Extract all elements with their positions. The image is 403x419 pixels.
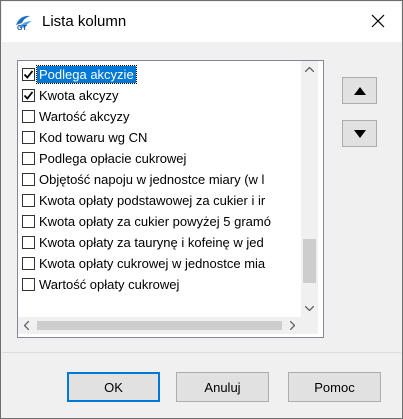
list-item-label: Kwota opłaty cukrowej w jednostce mia — [39, 256, 266, 271]
column-checkbox[interactable] — [22, 110, 35, 123]
list-item-label: Podlega opłacie cukrowej — [39, 151, 187, 166]
scroll-right-button[interactable] — [284, 317, 301, 334]
list-item[interactable]: Kod towaru wg CN — [18, 127, 301, 148]
scroll-left-arrow-icon — [24, 321, 29, 330]
column-checkbox[interactable] — [22, 152, 35, 165]
list-item[interactable]: Kwota opłaty za taurynę i kofeinę w jed — [18, 232, 301, 253]
scroll-down-arrow-icon — [305, 306, 314, 311]
columns-listbox[interactable]: Podlega akcyzie Kwota akcyzy Wartość akcyz… — [17, 60, 324, 338]
dialog-window: GT Lista kolumn Podlega akcyzie Kwota akc… — [0, 0, 403, 419]
vertical-scroll-thumb[interactable] — [303, 239, 316, 283]
triangle-up-icon — [353, 83, 366, 98]
list-item-label: Wartość akcyzy — [39, 109, 130, 124]
title-bar[interactable]: GT Lista kolumn — [2, 2, 401, 42]
column-checkbox[interactable] — [22, 131, 35, 144]
horizontal-scroll-thumb[interactable] — [37, 321, 282, 330]
scroll-right-arrow-icon — [290, 321, 295, 330]
scroll-up-button[interactable] — [301, 61, 318, 78]
list-item-label: Kwota opłaty za taurynę i kofeinę w jed — [39, 235, 264, 250]
column-checkbox[interactable] — [22, 257, 35, 270]
list-item[interactable]: Wartość opłaty cukrowej — [18, 274, 301, 293]
scrollbar-corner — [301, 317, 318, 334]
list-item-label: Kod towaru wg CN — [39, 130, 148, 145]
column-checkbox[interactable] — [22, 236, 35, 249]
column-checkbox[interactable] — [22, 194, 35, 207]
scroll-left-button[interactable] — [18, 317, 35, 334]
list-item-label: Kwota opłaty podstawowej za cukier i ir — [39, 193, 266, 208]
list-item-label: Objętość napoju w jednostce miary (w l — [39, 172, 265, 187]
column-checkbox[interactable] — [22, 89, 35, 102]
list-item[interactable]: Podlega opłacie cukrowej — [18, 148, 301, 169]
list-item-label: Wartość opłaty cukrowej — [39, 277, 180, 292]
list-item[interactable]: Kwota opłaty podstawowej za cukier i ir — [18, 190, 301, 211]
help-button[interactable]: Pomoc — [288, 372, 381, 402]
horizontal-scrollbar[interactable] — [18, 317, 301, 334]
vertical-scrollbar[interactable] — [301, 61, 318, 317]
move-down-button[interactable] — [342, 120, 377, 147]
checkmark-icon — [23, 70, 34, 79]
checkmark-icon — [23, 91, 34, 100]
column-checkbox[interactable] — [22, 68, 35, 81]
list-item-label: Podlega akcyzie — [36, 65, 137, 84]
gt-app-icon: GT — [14, 13, 34, 32]
list-item[interactable]: Kwota opłaty cukrowej w jednostce mia — [18, 253, 301, 274]
column-checkbox[interactable] — [22, 278, 35, 291]
window-title: Lista kolumn — [42, 13, 127, 30]
move-up-button[interactable] — [342, 77, 377, 104]
ok-button[interactable]: OK — [67, 372, 160, 402]
close-icon — [371, 14, 385, 31]
dialog-body: Podlega akcyzie Kwota akcyzy Wartość akcyz… — [2, 42, 401, 352]
close-button[interactable] — [361, 6, 395, 38]
triangle-down-icon — [353, 126, 366, 141]
column-checkbox[interactable] — [22, 173, 35, 186]
scroll-up-arrow-icon — [305, 67, 314, 72]
list-item[interactable]: Kwota akcyzy — [18, 85, 301, 106]
dialog-footer: OK Anuluj Pomoc — [2, 352, 401, 418]
cancel-button[interactable]: Anuluj — [176, 372, 269, 402]
list-item[interactable]: Kwota opłaty za cukier powyżej 5 gramó — [18, 211, 301, 232]
list-item[interactable]: Wartość akcyzy — [18, 106, 301, 127]
column-checkbox[interactable] — [22, 215, 35, 228]
list-item-label: Kwota opłaty za cukier powyżej 5 gramó — [39, 214, 271, 229]
list-item-label: Kwota akcyzy — [39, 88, 119, 103]
columns-list: Podlega akcyzie Kwota akcyzy Wartość akcyz… — [18, 61, 301, 293]
svg-text:GT: GT — [17, 25, 27, 31]
list-item[interactable]: Podlega akcyzie — [18, 64, 301, 85]
list-item[interactable]: Objętość napoju w jednostce miary (w l — [18, 169, 301, 190]
scroll-down-button[interactable] — [301, 300, 318, 317]
